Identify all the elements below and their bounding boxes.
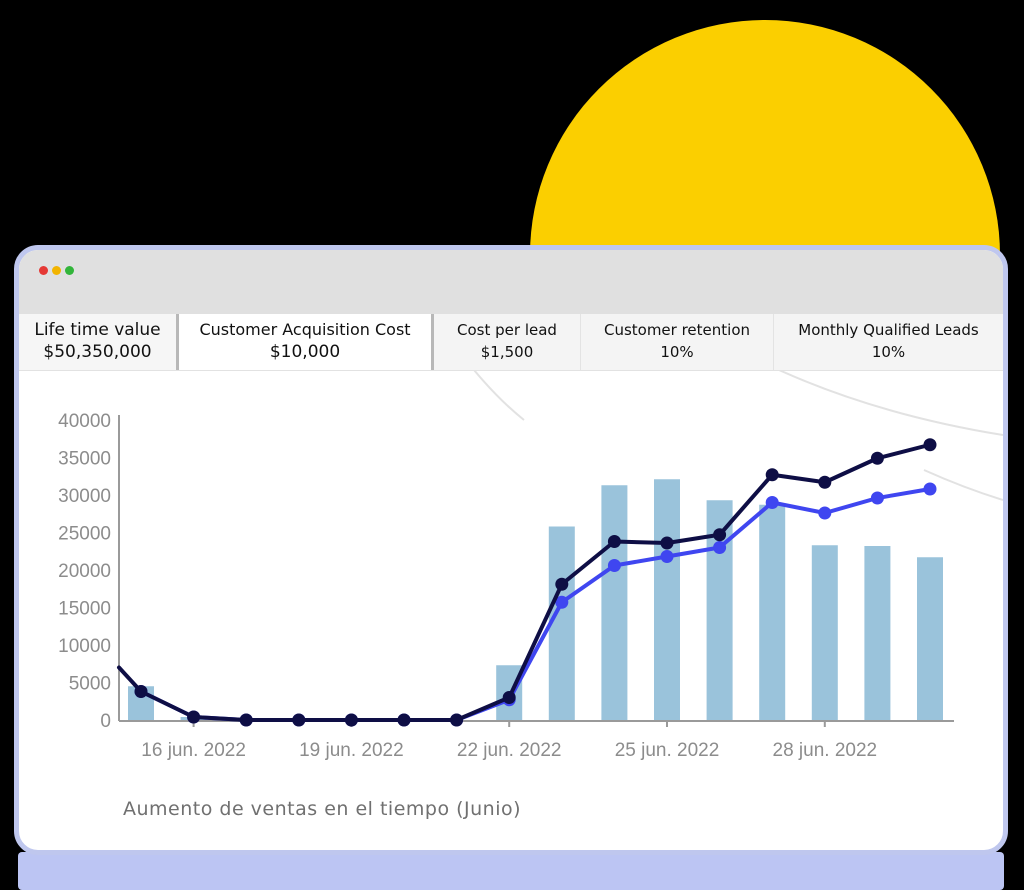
x-tick-label: 28 jun. 2022	[773, 740, 878, 761]
sales-chart: 0 5000 10000 15000 20000 25000 30000 35000 40000…	[58, 370, 1003, 761]
y-tick-label: 25000	[58, 524, 111, 545]
kpi-value: 10%	[871, 343, 906, 361]
bar	[601, 485, 628, 720]
bar	[654, 479, 680, 720]
bar	[811, 545, 838, 720]
data-point	[818, 506, 832, 520]
data-point	[660, 536, 674, 550]
bar	[759, 504, 786, 720]
data-point	[450, 713, 464, 727]
y-tick-label: 35000	[58, 449, 111, 470]
data-point	[607, 535, 621, 548]
kpi-life-time-value[interactable]: Life time value $50,350,000	[19, 314, 179, 370]
series-line	[117, 442, 932, 722]
kpi-label: Customer Acquisition Cost	[199, 320, 411, 339]
kpi-customer-acquisition-cost[interactable]: Customer Acquisition Cost $10,000	[179, 314, 434, 370]
kpi-customer-retention[interactable]: Customer retention 10%	[581, 314, 774, 370]
maximize-window-button[interactable]	[65, 266, 74, 275]
y-axis-tick-labels: 0 5000 10000 15000 20000 25000 30000 35000 40000	[58, 411, 111, 732]
x-tick-label: 25 jun. 2022	[615, 740, 720, 761]
chart-caption: Aumento de ventas en el tiempo (Junio)	[123, 798, 522, 820]
data-point	[187, 710, 201, 724]
x-tick-label: 22 jun. 2022	[457, 740, 562, 761]
window-titlebar	[19, 250, 1003, 314]
dashboard-window: Life time value $50,350,000 Customer Acq…	[14, 245, 1008, 855]
decorative-arc	[473, 370, 525, 421]
kpi-label: Customer retention	[603, 321, 751, 339]
y-tick-label: 40000	[58, 411, 111, 432]
data-point	[292, 713, 306, 727]
kpi-value: $50,350,000	[43, 342, 152, 362]
data-point	[923, 482, 937, 496]
series-line	[139, 487, 932, 722]
x-axis-tick-labels: 16 jun. 2022 19 jun. 2022 22 jun. 2022 25 j…	[141, 740, 877, 761]
kpi-value: $10,000	[269, 342, 341, 362]
close-window-button[interactable]	[39, 266, 48, 275]
data-point	[502, 691, 516, 704]
kpi-monthly-qualified-leads[interactable]: Monthly Qualified Leads 10%	[774, 314, 1003, 370]
decorative-arc	[778, 370, 1003, 436]
data-point	[134, 685, 148, 698]
yellow-sun-decoration	[530, 20, 1000, 255]
data-point	[660, 550, 674, 563]
y-tick-label: 5000	[69, 674, 111, 695]
kpi-value: 10%	[660, 343, 694, 361]
data-point	[765, 468, 779, 482]
y-tick-label: 30000	[58, 486, 111, 507]
kpi-value: $1,500	[480, 343, 534, 361]
y-tick-label: 0	[100, 711, 111, 732]
y-tick-label: 20000	[58, 561, 111, 582]
data-point	[239, 713, 253, 727]
data-point	[870, 491, 884, 505]
bar	[864, 546, 891, 720]
x-tick-label: 16 jun. 2022	[141, 740, 246, 761]
decorative-arc	[923, 469, 1003, 501]
window-shadow-band	[18, 852, 1004, 890]
kpi-label: Cost per lead	[457, 321, 557, 339]
data-point	[607, 559, 621, 572]
kpi-bar: Life time value $50,350,000 Customer Acq…	[19, 314, 1003, 371]
y-tick-label: 10000	[58, 636, 111, 657]
kpi-cost-per-lead[interactable]: Cost per lead $1,500	[434, 314, 581, 370]
data-point	[765, 496, 779, 509]
bar	[917, 557, 943, 720]
data-point	[397, 713, 411, 727]
data-point	[344, 713, 358, 727]
x-tick-label: 19 jun. 2022	[299, 740, 404, 761]
data-point	[870, 451, 884, 465]
data-point	[713, 541, 727, 554]
data-point	[923, 438, 937, 452]
kpi-label: Life time value	[34, 320, 161, 340]
data-point	[713, 528, 727, 542]
data-point	[555, 577, 569, 591]
data-point	[818, 475, 832, 489]
y-tick-label: 15000	[58, 599, 111, 620]
kpi-label: Monthly Qualified Leads	[798, 321, 979, 339]
minimize-window-button[interactable]	[52, 266, 61, 275]
